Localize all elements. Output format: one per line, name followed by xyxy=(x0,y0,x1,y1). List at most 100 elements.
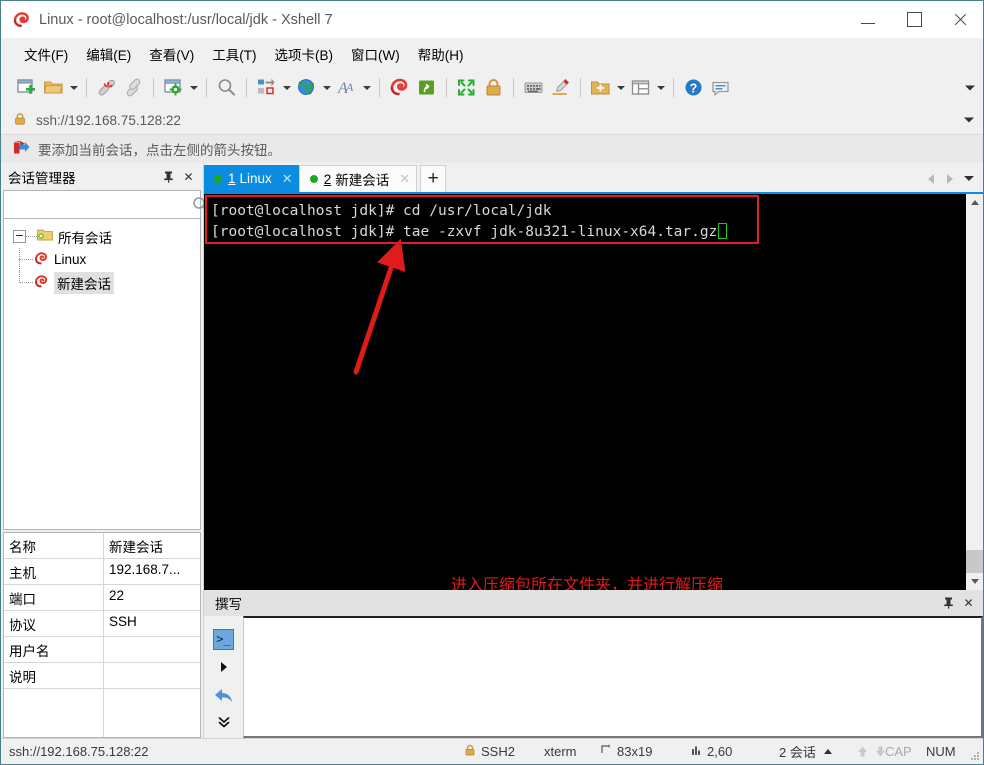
add-folder-dropdown[interactable] xyxy=(614,74,627,101)
tree-connector xyxy=(26,235,37,238)
fullscreen-icon[interactable] xyxy=(453,74,480,101)
tab-prev-button[interactable] xyxy=(923,169,939,189)
globe-icon[interactable] xyxy=(293,74,320,101)
menu-view[interactable]: 查看(V) xyxy=(140,40,203,68)
tab-linux[interactable]: 1 Linux ✕ xyxy=(204,165,299,192)
svg-text:?: ? xyxy=(690,81,698,95)
chevron-up-icon[interactable] xyxy=(823,749,832,754)
terminal-screen[interactable]: [root@localhost jdk]# cd /usr/local/jdk … xyxy=(204,194,965,590)
new-session-icon[interactable] xyxy=(13,74,40,101)
scroll-down-button[interactable] xyxy=(966,573,983,590)
split-layout-icon[interactable] xyxy=(627,74,654,101)
scrollbar-thumb[interactable] xyxy=(966,550,983,573)
add-folder-icon[interactable] xyxy=(587,74,614,101)
tab-label: Linux xyxy=(239,171,272,186)
minimize-button[interactable] xyxy=(845,1,891,38)
find-icon[interactable] xyxy=(213,74,240,101)
disconnect-icon[interactable] xyxy=(93,74,120,101)
session-properties-dropdown[interactable] xyxy=(187,74,200,101)
status-url: ssh://192.168.75.128:22 xyxy=(9,744,149,759)
highlight-pen-icon[interactable] xyxy=(547,74,574,101)
terminal-scrollbar[interactable] xyxy=(965,194,983,590)
toolbar-overflow-button[interactable] xyxy=(965,85,975,90)
open-folder-dropdown[interactable] xyxy=(67,74,80,101)
session-properties-icon[interactable] xyxy=(160,74,187,101)
menu-help[interactable]: 帮助(H) xyxy=(409,40,473,68)
compose-send-button[interactable] xyxy=(211,654,237,680)
scrollbar-track[interactable] xyxy=(966,211,983,573)
globe-dropdown[interactable] xyxy=(320,74,333,101)
maximize-button[interactable] xyxy=(891,1,937,38)
resize-grip[interactable] xyxy=(968,749,980,761)
red-arrow-icon xyxy=(13,140,30,158)
session-manager-title: 会话管理器 xyxy=(8,170,76,186)
tab-bar: 1 Linux ✕ 2 新建会话 ✕ + xyxy=(204,163,983,192)
new-tab-button[interactable]: + xyxy=(420,165,447,192)
tab-number: 2 xyxy=(323,171,332,187)
tab-next-button[interactable] xyxy=(942,169,958,189)
menu-window[interactable]: 窗口(W) xyxy=(342,40,409,68)
search-input[interactable] xyxy=(4,197,192,212)
double-chevron-down-icon xyxy=(218,717,229,728)
compose-undo-button[interactable] xyxy=(211,682,237,708)
tab-label: 新建会话 xyxy=(335,173,390,188)
xshell-icon[interactable] xyxy=(386,74,413,101)
tab-close-icon[interactable]: ✕ xyxy=(399,171,410,187)
status-sessions[interactable]: 2 会话 xyxy=(779,742,832,761)
tab-new-session[interactable]: 2 新建会话 ✕ xyxy=(298,165,418,192)
property-value xyxy=(104,637,200,662)
menu-edit[interactable]: 编辑(E) xyxy=(77,40,140,68)
font-icon[interactable]: A A xyxy=(333,74,360,101)
compose-title: 撰写 xyxy=(215,597,242,612)
session-manager-header: 会话管理器 ✕ xyxy=(1,163,203,190)
scroll-up-button[interactable] xyxy=(966,194,983,211)
toolbar-separator xyxy=(246,78,247,97)
tree-collapse-toggle[interactable] xyxy=(13,230,26,243)
property-key-empty xyxy=(4,689,104,737)
address-bar[interactable]: ssh://192.168.75.128:22 xyxy=(1,106,983,135)
toolbar-separator xyxy=(379,78,380,97)
lock-icon[interactable] xyxy=(480,74,507,101)
split-layout-dropdown[interactable] xyxy=(654,74,667,101)
pin-icon[interactable] xyxy=(160,168,177,185)
compose-prompt-button[interactable]: >_ xyxy=(211,626,237,652)
menu-file[interactable]: 文件(F) xyxy=(15,40,77,68)
window-controls xyxy=(845,1,983,38)
open-folder-icon[interactable] xyxy=(40,74,67,101)
compose-input[interactable] xyxy=(243,616,983,738)
keyboard-icon[interactable] xyxy=(520,74,547,101)
xftp-icon[interactable] xyxy=(413,74,440,101)
close-icon[interactable]: ✕ xyxy=(180,168,197,185)
table-row: 名称 新建会话 xyxy=(4,533,200,559)
menu-tabs[interactable]: 选项卡(B) xyxy=(266,40,343,68)
chat-icon[interactable] xyxy=(707,74,734,101)
status-cursor-label: 2,60 xyxy=(707,744,733,759)
reconnect-icon[interactable] xyxy=(120,74,147,101)
table-row: 主机 192.168.7... xyxy=(4,559,200,585)
terminal-output: [root@localhost jdk]# cd /usr/local/jdk … xyxy=(211,201,728,243)
layout-arrange-dropdown[interactable] xyxy=(280,74,293,101)
tab-close-icon[interactable]: ✕ xyxy=(282,171,293,187)
menu-tools[interactable]: 工具(T) xyxy=(203,40,265,68)
close-button[interactable] xyxy=(937,1,983,38)
address-url: ssh://192.168.75.128:22 xyxy=(36,112,181,128)
session-properties-table: 名称 新建会话 主机 192.168.7... 端口 22 协议 SSH 用户名 xyxy=(3,532,201,738)
font-dropdown[interactable] xyxy=(360,74,373,101)
tree-item-new-session[interactable]: 新建会话 xyxy=(4,271,200,294)
property-value-empty xyxy=(104,689,200,737)
close-icon[interactable]: ✕ xyxy=(960,595,977,612)
layout-arrange-icon[interactable] xyxy=(253,74,280,101)
tab-list-dropdown[interactable] xyxy=(961,169,977,189)
status-terminal-type: xterm xyxy=(544,744,577,759)
table-row: 端口 22 xyxy=(4,585,200,611)
pin-icon[interactable] xyxy=(940,595,957,612)
xshell-logo-icon xyxy=(13,11,30,28)
compose-expand-button[interactable] xyxy=(217,715,231,732)
tree-root-all-sessions[interactable]: 所有会话 xyxy=(4,225,200,248)
table-row-empty xyxy=(4,689,200,737)
table-row: 协议 SSH xyxy=(4,611,200,637)
address-dropdown-button[interactable] xyxy=(964,117,974,123)
help-icon[interactable]: ? xyxy=(680,74,707,101)
session-search[interactable] xyxy=(3,190,208,219)
tree-item-linux[interactable]: Linux xyxy=(4,248,200,271)
